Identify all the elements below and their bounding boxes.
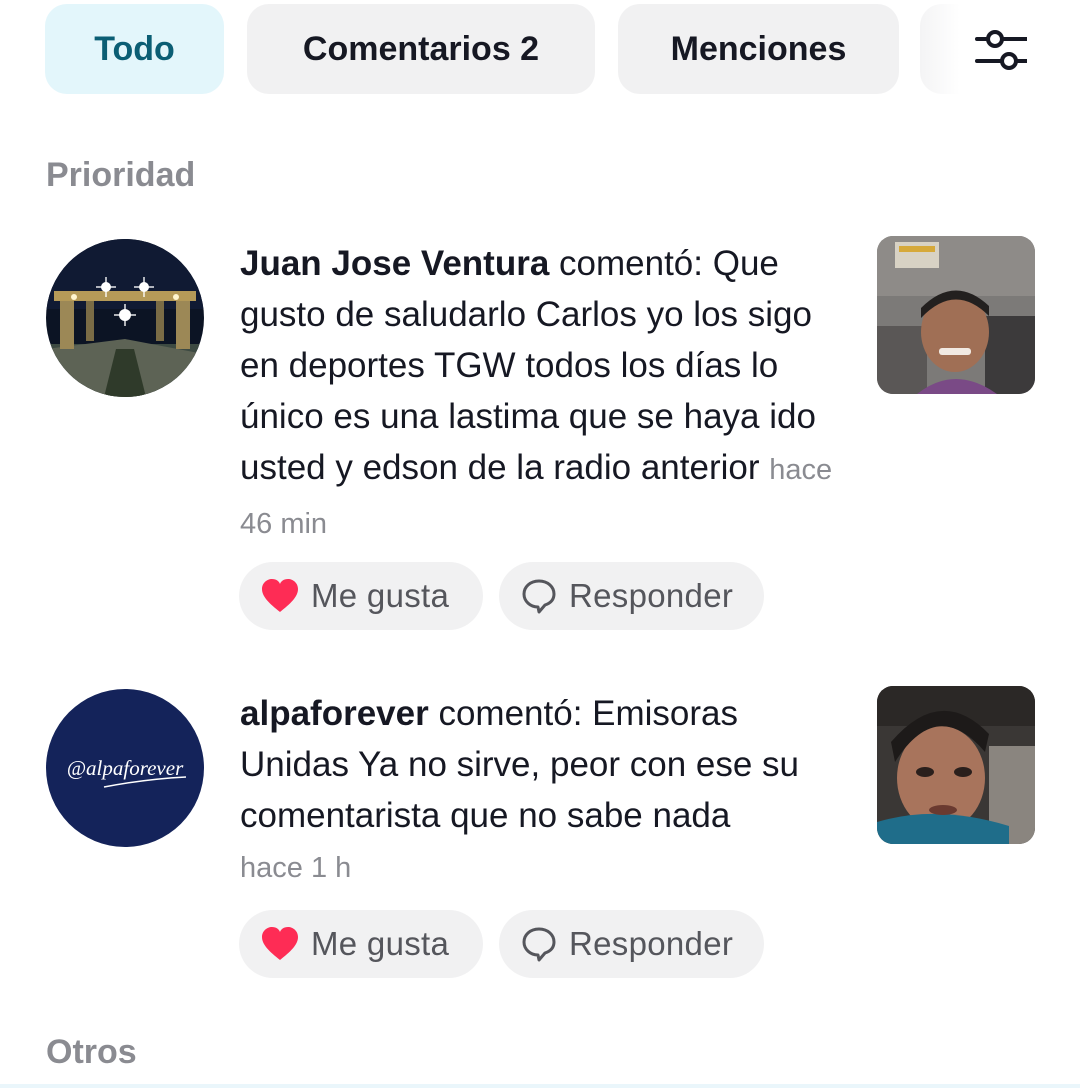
tab-menciones[interactable]: Menciones [618, 4, 899, 94]
notification-text: alpaforever comentó: Emisoras Unidas Ya … [240, 688, 850, 894]
reply-button[interactable]: Responder [499, 910, 764, 978]
like-button[interactable]: Me gusta [239, 910, 483, 978]
username[interactable]: Juan Jose Ventura [240, 244, 549, 283]
thumbnail-image [877, 686, 1035, 844]
notifications-page: Todo Comentarios 2 Menciones Prioridad J… [0, 0, 1080, 1088]
filter-button[interactable] [968, 20, 1034, 80]
like-label: Me gusta [311, 577, 450, 614]
tab-label: Comentarios 2 [302, 29, 540, 68]
avatar-image: @alpaforever [46, 689, 204, 847]
username[interactable]: alpaforever [240, 694, 429, 733]
reply-label: Responder [569, 925, 734, 962]
comment-bubble-icon [521, 578, 557, 614]
like-button[interactable]: Me gusta [239, 562, 483, 630]
bottom-edge [0, 1084, 1080, 1088]
avatar[interactable] [46, 239, 204, 397]
action-text: comentó: [438, 694, 583, 733]
reply-label: Responder [569, 577, 734, 614]
heart-icon [261, 927, 299, 961]
section-title-priority: Prioridad [46, 156, 196, 194]
section-title-others: Otros [46, 1033, 137, 1071]
notification-text: Juan Jose Ventura comentó: Que gusto de … [240, 238, 850, 550]
tab-overflow-fade [920, 4, 960, 94]
filter-tabs: Todo Comentarios 2 Menciones [0, 4, 1080, 96]
video-thumbnail[interactable] [877, 236, 1035, 394]
sliders-icon [975, 30, 1027, 70]
thumbnail-image [877, 236, 1035, 394]
avatar-image [46, 239, 204, 397]
avatar[interactable]: @alpaforever [46, 689, 204, 847]
action-text: comentó: [559, 244, 703, 283]
heart-icon [261, 579, 299, 613]
video-thumbnail[interactable] [877, 686, 1035, 844]
tab-label: Menciones [670, 29, 847, 68]
tab-todo[interactable]: Todo [45, 4, 224, 94]
tab-label: Todo [94, 29, 175, 68]
comment-bubble-icon [521, 926, 557, 962]
reply-button[interactable]: Responder [499, 562, 764, 630]
like-label: Me gusta [311, 925, 450, 962]
tab-comentarios[interactable]: Comentarios 2 [247, 4, 595, 94]
avatar-handle-text: @alpaforever [67, 756, 184, 780]
timestamp: hace 1 h [240, 852, 352, 884]
